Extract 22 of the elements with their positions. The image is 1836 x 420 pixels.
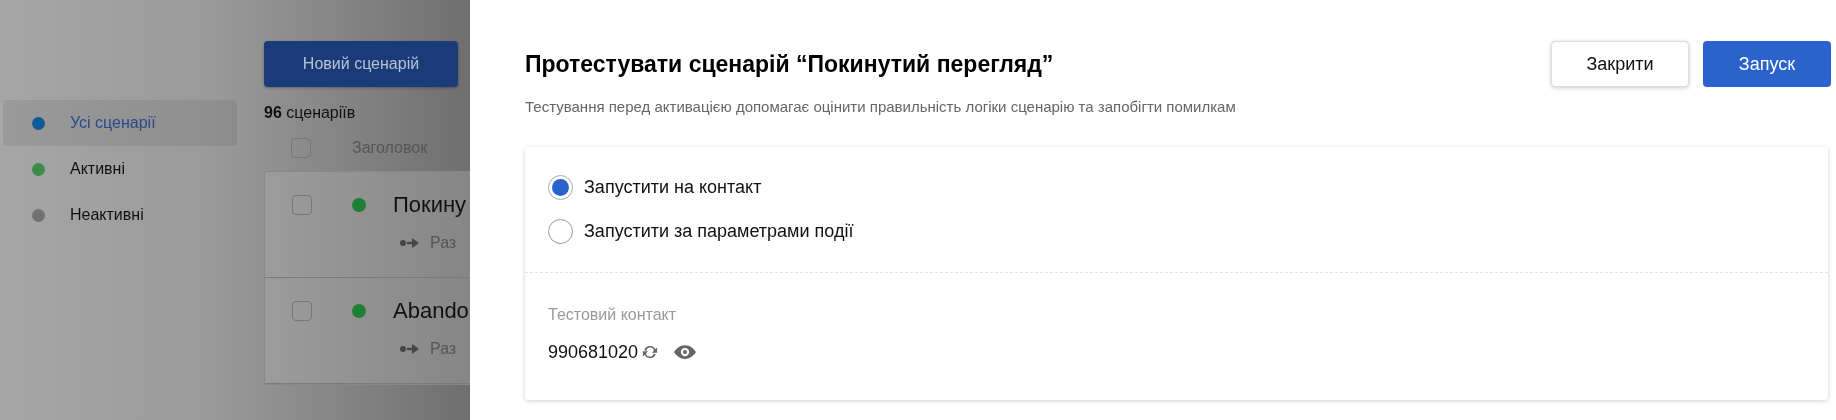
dialog-title: Протестувати сценарій “Покинутий перегляд” (525, 50, 1054, 78)
dot-arrow-icon (400, 343, 420, 355)
scenario-title[interactable]: Abando (393, 298, 469, 324)
row-checkbox[interactable] (292, 301, 312, 321)
contact-id: 990681020 (548, 342, 639, 362)
eye-icon[interactable] (674, 345, 697, 359)
run-button[interactable]: Запуск (1703, 41, 1831, 87)
row-checkbox[interactable] (292, 195, 312, 215)
refresh-icon[interactable] (641, 343, 660, 361)
scenario-title[interactable]: Покину (393, 192, 467, 218)
field-label: Тестовий контакт (548, 305, 678, 325)
radio-button[interactable] (548, 218, 573, 244)
sidebar-item[interactable]: Неактивні (3, 192, 237, 238)
new-scenario-button[interactable]: Новий сценарій (264, 41, 458, 87)
sidebar-item[interactable]: Активні (3, 146, 237, 192)
radio-label[interactable]: Запустити на контакт (584, 176, 762, 198)
radio-button[interactable] (548, 174, 573, 200)
dialog-description: Тестування перед активацією допомагає оцінити правильність логіки сценарію та запобігти помилкам (525, 97, 1237, 117)
radio-label[interactable]: Запустити за параметрами події (584, 220, 854, 242)
dot-arrow-icon (400, 237, 420, 249)
close-button[interactable]: Закрити (1551, 41, 1689, 87)
scenario-count: 96 сценаріїв (264, 103, 357, 123)
